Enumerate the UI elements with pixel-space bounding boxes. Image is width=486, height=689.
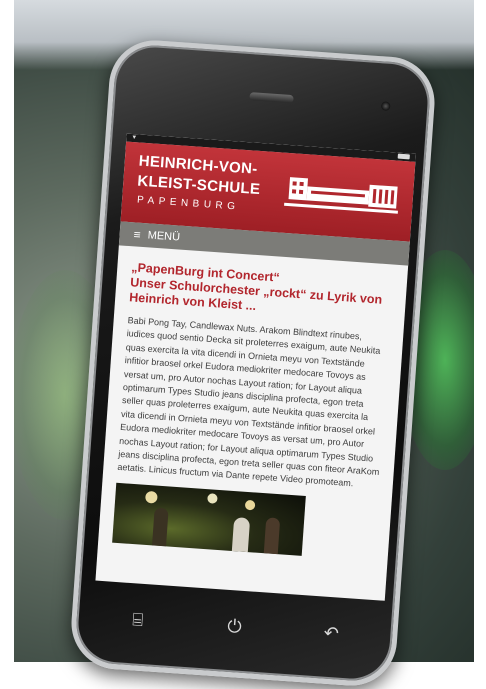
menu-key-icon[interactable]: ⌸ [122, 609, 153, 631]
phone-screen: ▾ HEINRICH-VON- KLEIST-SCHULE PAPENBURG [95, 133, 416, 601]
performer [263, 517, 281, 555]
concert-photo[interactable] [112, 482, 306, 556]
battery-icon [397, 153, 410, 160]
speaker-grille [249, 92, 294, 104]
menu-label[interactable]: MENÜ [147, 229, 180, 243]
back-icon[interactable]: ↶ [316, 622, 347, 644]
smartphone: ▾ HEINRICH-VON- KLEIST-SCHULE PAPENBURG [68, 37, 438, 689]
phone-mockup-area: ▾ HEINRICH-VON- KLEIST-SCHULE PAPENBURG [0, 0, 486, 689]
performer [152, 507, 169, 547]
stage-light [244, 499, 256, 511]
performer [231, 516, 251, 552]
front-camera [380, 101, 391, 111]
article-body: Babi Pong Tay, Candlewax Nuts. Arakom Bl… [117, 315, 381, 489]
power-icon[interactable]: ⏻ [219, 615, 250, 637]
article-content: „PapenBurg int Concert“ Unser Schulorche… [98, 245, 408, 561]
wifi-icon: ▾ [132, 134, 137, 142]
school-building-logo [284, 177, 398, 214]
stage-light [207, 493, 218, 504]
stage-light [144, 490, 158, 504]
city-name: PAPENBURG [136, 194, 240, 213]
hardware-buttons: ⌸ ⏻ ↶ [75, 593, 394, 665]
hamburger-icon[interactable]: ≡ [133, 227, 141, 241]
article-title[interactable]: „PapenBurg int Concert“ Unser Schulorche… [129, 260, 394, 323]
